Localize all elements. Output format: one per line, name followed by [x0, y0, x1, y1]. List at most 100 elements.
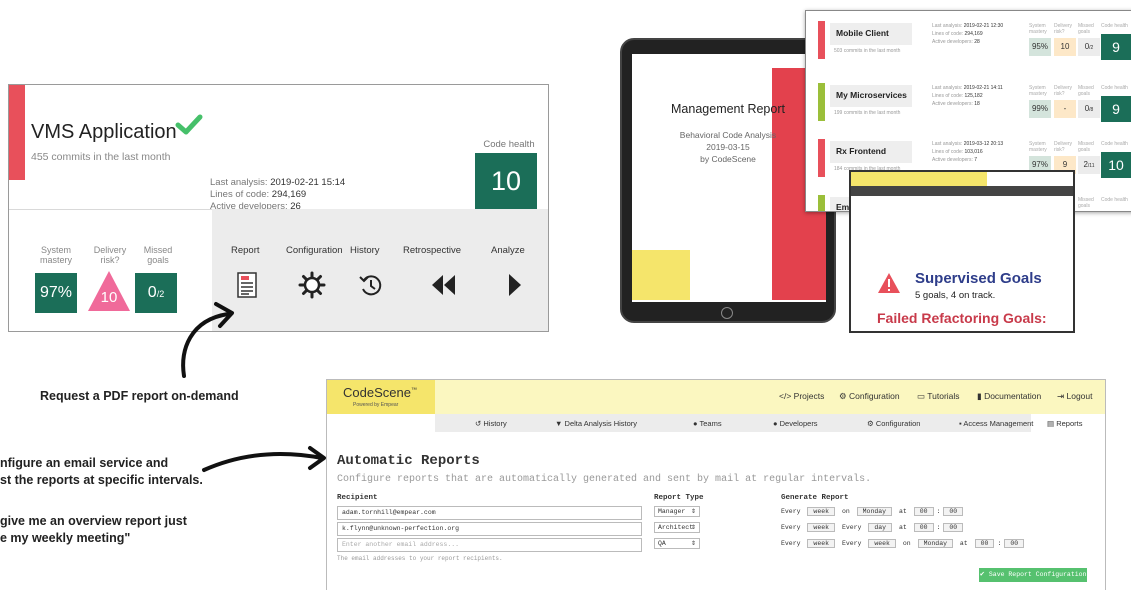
document-icon: ▤ — [1047, 419, 1055, 428]
tab-reports[interactable]: ▤ Reports — [1047, 419, 1082, 428]
analyze-action-label[interactable]: Analyze — [491, 245, 525, 256]
missed-goals-value: 2/11 — [1078, 156, 1100, 174]
code-health-label: Code health — [1101, 85, 1128, 91]
active-developers: Active developers: 28 — [932, 39, 980, 45]
project-row[interactable]: Mobile Client 503 commits in the last mon… — [806, 17, 1131, 62]
history-icon: ↺ — [475, 419, 482, 428]
report-type-select[interactable]: Manager ⇕ — [654, 506, 700, 517]
arrow-to-app-icon — [202, 446, 326, 472]
hour-input[interactable]: 00 — [913, 507, 934, 516]
delivery-risk-value: 10 — [100, 289, 118, 306]
nav-projects[interactable]: </> Projects — [779, 391, 824, 401]
gear-icon[interactable] — [298, 271, 326, 299]
quote-caption-line2: e my weekly meeting" — [0, 531, 131, 545]
book-icon: ▮ — [977, 391, 982, 401]
schedule-row: Every week Every week on Monday at 00:00 — [781, 539, 1027, 548]
recipient-help-text: The email addresses to your report recip… — [337, 555, 503, 562]
tab-delta-analysis-history[interactable]: ▼ Delta Analysis History — [555, 419, 637, 428]
weekday-select[interactable]: Monday — [856, 507, 893, 516]
report-type-select[interactable]: QA ⇕ — [654, 538, 700, 549]
system-mastery-value: 99% — [1029, 100, 1051, 118]
project-name[interactable]: Mobile Client — [830, 23, 912, 45]
check-icon: ✔ — [979, 571, 985, 578]
check-icon — [175, 114, 203, 135]
popup-dark-bar — [851, 186, 1073, 196]
delivery-risk-value: 10 — [1054, 38, 1076, 56]
delivery-risk-value: - — [1054, 100, 1076, 118]
play-icon[interactable] — [500, 271, 528, 299]
schedule-row: Every week Every day at 00:00 — [781, 523, 966, 532]
curved-arrow-icon — [181, 302, 234, 378]
code-health-score: 10 — [1101, 152, 1131, 178]
save-report-configuration-button[interactable]: ✔ Save Report Configuration — [979, 568, 1087, 582]
report-type-select[interactable]: Architect ⇕ — [654, 522, 700, 533]
system-mastery-label: System mastery — [1029, 141, 1047, 153]
weekday-select[interactable]: Monday — [917, 539, 953, 548]
configuration-action-label[interactable]: Configuration — [286, 245, 343, 256]
user-icon: ● — [773, 419, 778, 428]
hour-input[interactable]: 00 — [974, 539, 995, 548]
hour-input[interactable]: 00 — [913, 523, 934, 532]
last-analysis: Last analysis: 2019-02-21 14:11 — [932, 85, 1003, 91]
gear-icon: ⚙ — [839, 391, 847, 401]
code-health-score: 9 — [1101, 34, 1131, 60]
project-title[interactable]: VMS Application — [31, 121, 177, 144]
tab-history[interactable]: ↺ History — [475, 419, 507, 428]
project-row[interactable]: My Microservices 199 commits in the last … — [806, 79, 1131, 124]
nav-documentation[interactable]: ▮ Documentation — [977, 391, 1041, 402]
delivery-risk-label: Delivery risk? — [1054, 141, 1073, 153]
retrospective-action-label[interactable]: Retrospective — [403, 245, 461, 256]
users-icon: ● — [693, 419, 698, 428]
select-arrow-icon: ⇕ — [690, 540, 696, 547]
report-date: 2019-03-15 — [706, 142, 750, 152]
minute-input[interactable]: 00 — [1004, 539, 1025, 548]
interval-select[interactable]: week — [807, 523, 836, 532]
tab-developers[interactable]: ● Developers — [773, 419, 818, 428]
report-subtitle: Behavioral Code Analysis — [679, 130, 777, 140]
codescene-logo[interactable]: CodeScene™ Powered by Empear — [327, 380, 435, 414]
project-name[interactable]: My Microservices — [830, 85, 912, 107]
tab-access-management[interactable]: ▪ Access Management — [959, 419, 1033, 428]
nav-logout[interactable]: ⇥ Logout — [1057, 391, 1093, 402]
history-icon[interactable] — [357, 271, 385, 299]
active-developers: Active developers: 18 — [932, 101, 980, 107]
history-action-label[interactable]: History — [350, 245, 380, 256]
interval-select[interactable]: week — [807, 507, 836, 516]
filter-icon: ▼ — [555, 419, 563, 428]
interval-select[interactable]: week — [807, 539, 836, 548]
project-name[interactable]: Rx Frontend — [830, 141, 912, 163]
period-select[interactable]: week — [868, 539, 896, 548]
tab-teams[interactable]: ● Teams — [693, 419, 722, 428]
supervised-goals-title: Supervised Goals — [915, 270, 1042, 287]
report-author: by CodeScene — [700, 154, 756, 164]
lines-of-code: Lines of code: 125,182 — [932, 93, 983, 99]
code-health-label: Code health — [1101, 197, 1128, 203]
new-recipient-email-field[interactable]: Enter another email address... — [337, 538, 642, 552]
recipient-email-field[interactable]: k.flynn@unknown-perfection.org — [337, 522, 642, 536]
gear-icon: ⚙ — [867, 419, 874, 428]
report-document-icon[interactable] — [233, 271, 261, 299]
warning-icon — [878, 273, 900, 293]
missed-goals-value: 0/2 — [135, 273, 177, 313]
code-health-label: Code health — [1101, 23, 1128, 29]
schedule-row: Every week on Monday at 00:00 — [781, 507, 966, 516]
code-health-label: Code health — [1101, 141, 1128, 147]
missed-goals-label: Missed goals — [143, 245, 173, 265]
tab-configuration[interactable]: ⚙ Configuration — [867, 419, 920, 428]
recipient-email-field[interactable]: adam.tornhill@empear.com — [337, 506, 642, 520]
minute-input[interactable]: 00 — [943, 523, 964, 532]
code-health-label: Code health — [483, 139, 535, 150]
page-subtitle: Configure reports that are automatically… — [337, 474, 872, 485]
rewind-icon[interactable] — [430, 271, 458, 299]
period-select[interactable]: day — [868, 523, 893, 532]
system-mastery-label: System mastery — [1029, 23, 1047, 35]
missed-goals-value: 0/8 — [1078, 100, 1100, 118]
status-stripe — [818, 139, 825, 177]
nav-tutorials[interactable]: ▭ Tutorials — [917, 391, 960, 402]
select-arrow-icon: ⇕ — [690, 508, 696, 515]
nav-configuration[interactable]: ⚙ Configuration — [839, 391, 900, 402]
report-action-label[interactable]: Report — [231, 245, 260, 256]
page-title: Automatic Reports — [337, 453, 480, 469]
lines-of-code: Lines of code: 103,016 — [932, 149, 983, 155]
minute-input[interactable]: 00 — [943, 507, 964, 516]
